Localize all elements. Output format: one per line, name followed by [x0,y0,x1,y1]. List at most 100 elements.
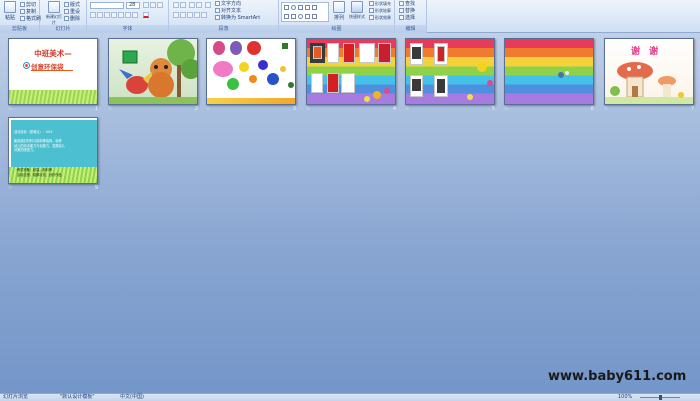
slide-3-bottom-bar [207,98,295,104]
grow-font-button[interactable] [143,2,149,8]
columns-button[interactable] [201,12,207,18]
bullets-button[interactable] [173,2,179,8]
zoom-level-label[interactable]: 100% [618,394,632,401]
underline-button[interactable] [104,12,110,18]
smartart-icon [215,15,220,20]
decrease-indent-button[interactable] [189,2,195,8]
slide-1-title: 中班美术— [34,49,72,58]
slide-thumbnail-7[interactable]: 谢 谢 [604,38,694,105]
font-color-button[interactable] [143,12,149,18]
arrange-button[interactable]: 排列 [331,1,347,24]
clipboard-group-label: 剪贴板 [0,25,39,33]
copy-icon [20,9,25,14]
paste-icon [4,1,16,13]
char-spacing-button[interactable] [125,12,131,18]
slide-7-transition-icon: ☆ [604,106,609,112]
slide-thumbnail-8[interactable]: 活动目标（重难点）：XXX 能用废旧材料与颜料等装饰，培养 幼儿的动手能力与创造… [8,117,98,184]
slide-1-grass [9,90,97,104]
select-button[interactable]: 选择 [399,15,415,21]
slide-number-3: 3 [292,106,296,112]
align-right-button[interactable] [187,12,193,18]
status-language-label: 中文(中国) [120,394,144,400]
slides-group-label: 幻灯片 [40,25,86,33]
slide-number-4: 4 [392,106,396,112]
layout-button[interactable]: 版式 [64,2,80,8]
outline-pen-icon [369,8,374,13]
align-text-button[interactable]: 对齐文本 [215,8,241,14]
quick-styles-icon [351,1,363,13]
increase-indent-button[interactable] [196,2,202,8]
effects-icon [369,15,374,20]
drawing-group: 排列 快速样式 形状填充 形状轮廓 形状效果 绘图 [279,0,395,33]
slide-thumbnail-1[interactable]: 中班美术— 创意环保袋 [8,38,98,105]
layout-icon [64,2,69,7]
font-group: 28 字体 [87,0,169,33]
slide-thumbnail-4[interactable] [306,38,396,105]
clear-format-button[interactable] [157,2,163,8]
slide-number-2: 2 [194,106,198,112]
cut-button[interactable]: 剪切 [20,2,36,8]
change-case-button[interactable] [132,12,138,18]
find-button[interactable]: 查找 [399,1,415,7]
reset-icon [64,9,69,14]
shrink-font-button[interactable] [150,2,156,8]
zoom-slider-thumb[interactable] [659,395,662,400]
slide-number-7: 7 [690,106,694,112]
shadow-button[interactable] [118,12,124,18]
shapes-gallery[interactable] [281,2,329,22]
reset-button[interactable]: 重设 [64,9,80,15]
shape-circle-icon [298,14,303,19]
font-group-label: 字体 [87,25,168,33]
delete-slide-button[interactable]: 删除 [64,16,80,22]
quick-styles-button[interactable]: 快速样式 [348,1,366,24]
slide-8-line-1: 活动目标（重难点）：XXX [14,130,53,134]
align-text-icon [215,8,220,13]
binoculars-icon [399,1,404,6]
new-slide-button[interactable]: 新建幻灯片 [46,1,62,25]
shape-brace-icon [305,14,310,19]
paste-button[interactable]: 粘贴 [2,1,18,24]
shape-star-icon [284,14,289,19]
format-painter-button[interactable]: 格式刷 [20,16,41,22]
shape-arrow-icon [298,5,303,10]
shape-fill-button[interactable]: 形状填充 [369,1,391,7]
shape-oval-icon [291,5,296,10]
shape-effects-button[interactable]: 形状效果 [369,15,391,21]
slide-thumbnail-6[interactable] [504,38,594,105]
copy-button[interactable]: 复制 [20,9,36,15]
text-direction-button[interactable]: 文字方向 [215,1,241,7]
slide-1-underline [31,70,73,71]
slide-6-decor [558,71,569,78]
numbering-button[interactable] [180,2,186,8]
replace-button[interactable]: 替换 [399,8,415,14]
smartart-button[interactable]: 转换为 SmartArt [215,15,260,21]
justify-button[interactable] [194,12,200,18]
font-name-combo[interactable] [90,2,124,9]
slide-thumbnail-5[interactable] [405,38,495,105]
slides-group: 新建幻灯片 版式 重设 删除 幻灯片 [40,0,87,33]
status-view-label: 幻灯片浏览 [3,394,29,400]
brush-icon [20,16,25,21]
shape-outline-button[interactable]: 形状轮廓 [369,8,391,14]
status-theme-label: "默认设计模板" [60,394,95,400]
slide-number-6: 6 [590,106,594,112]
bold-button[interactable] [90,12,96,18]
replace-icon [399,8,404,13]
slide-3-color-dots [213,41,294,90]
align-left-button[interactable] [173,12,179,18]
slide-5-transition-icon: ☆ [405,106,410,112]
delete-icon [64,16,69,21]
align-center-button[interactable] [180,12,186,18]
font-size-combo[interactable]: 28 [126,2,140,9]
slide-thumbnail-2[interactable] [108,38,198,105]
arrange-icon [333,1,345,13]
slide-thumbnail-3[interactable] [206,38,296,105]
strikethrough-button[interactable] [111,12,117,18]
italic-button[interactable] [97,12,103,18]
shape-textbox-icon [312,14,317,19]
editing-group: 查找 替换 选择 编辑 [395,0,427,33]
slide-1-transition-icon: ☆ [8,106,13,112]
editing-group-label: 编辑 [395,25,426,33]
line-spacing-button[interactable] [205,2,211,8]
slide-1-bullet-icon [24,63,29,68]
